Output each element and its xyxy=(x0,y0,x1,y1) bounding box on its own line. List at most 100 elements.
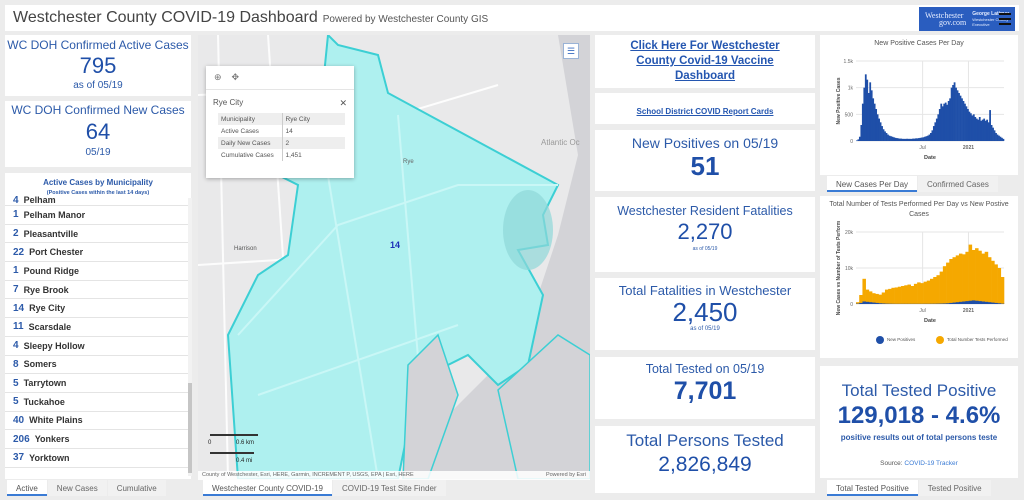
resident-fatalities-title: Westchester Resident Fatalities xyxy=(617,204,793,218)
municipality-item[interactable]: 1 Pound Ridge xyxy=(5,262,188,281)
municipality-item[interactable]: 22 Port Chester xyxy=(5,243,188,263)
tests-chart-card: Total Number of Tests Performed Per Day … xyxy=(820,196,1018,358)
map-popup: ⊕ ✥ Rye City ✕ Municipality Rye City Acti… xyxy=(206,66,354,178)
data-bar xyxy=(994,302,998,304)
municipality-item[interactable]: 7 Rye Brook xyxy=(5,281,188,300)
data-bar xyxy=(981,253,985,304)
total-fatalities-date: as of 05/19 xyxy=(690,326,720,332)
data-bar xyxy=(881,292,886,304)
popup-value: 14 xyxy=(285,127,293,135)
x-tick-label: Jul xyxy=(919,145,925,151)
municipality-name: Pound Ridge xyxy=(23,265,80,276)
municipality-item[interactable]: 14 Rye City xyxy=(5,299,188,319)
municipality-name: Pleasantville xyxy=(23,228,79,239)
data-bar xyxy=(965,251,969,304)
data-bar xyxy=(952,302,957,304)
municipality-item[interactable]: 206 Yonkers xyxy=(5,430,188,449)
y-tick-label: 500 xyxy=(845,112,854,118)
municipality-item[interactable]: 4 Sleepy Hollow xyxy=(5,337,188,356)
municipality-item[interactable]: 37 Yorktown xyxy=(5,449,188,468)
data-bar xyxy=(984,251,989,304)
new-positives-title: New Positives on 05/19 xyxy=(631,135,779,151)
municipality-name: Yorktown xyxy=(29,452,70,463)
tab-active[interactable]: Active xyxy=(7,480,47,496)
municipality-item[interactable]: 4 Pelham xyxy=(5,195,188,206)
data-bar xyxy=(958,253,963,304)
popup-key: Municipality xyxy=(218,113,283,125)
data-bar xyxy=(939,271,944,304)
municipality-name: Somers xyxy=(23,359,57,370)
municipality-item[interactable]: 5 Tuckahoe xyxy=(5,393,188,412)
powered-by-esri[interactable]: Powered by Esri xyxy=(546,472,586,479)
municipality-list[interactable]: 4 Pelham 1 Pelham Manor 2 Pleasantville 22 Port… xyxy=(5,195,188,473)
municipality-name: Pelham Manor xyxy=(23,209,86,220)
hamburger-menu-icon[interactable] xyxy=(999,13,1011,28)
resident-fatalities-date: as of 05/19 xyxy=(692,246,718,252)
tested-today-value: 7,701 xyxy=(673,377,737,405)
pan-icon[interactable]: ✥ xyxy=(232,72,240,83)
close-icon[interactable]: ✕ xyxy=(339,98,347,109)
popup-row: Active Cases 14 xyxy=(218,125,345,137)
y-tick-label: 1.5k xyxy=(844,59,854,65)
data-bar xyxy=(859,295,863,304)
new-cases-title: WC DOH Confirmed New Cases xyxy=(11,103,185,117)
municipality-count: 4 xyxy=(13,195,19,206)
data-bar xyxy=(968,244,973,304)
scale-km: 0.6 km xyxy=(236,440,254,446)
data-bar xyxy=(975,300,979,304)
data-bar xyxy=(936,275,940,304)
municipality-item[interactable]: 8 Somers xyxy=(5,356,188,375)
data-bar xyxy=(884,289,889,304)
tab-cumulative[interactable]: Cumulative xyxy=(107,480,166,496)
school-report-link[interactable]: School District COVID Report Cards xyxy=(637,107,774,116)
data-bar xyxy=(875,302,879,304)
total-tested-positive-card: Total Tested Positive 129,018 - 4.6% pos… xyxy=(820,366,1018,478)
municipality-item[interactable]: 11 Scarsdale xyxy=(5,318,188,337)
chart1-title: New Positive Cases Per Day xyxy=(874,40,964,47)
tab-new-cases[interactable]: New Cases xyxy=(47,480,107,496)
municipality-item[interactable]: 1 Pelham Manor xyxy=(5,206,188,225)
popup-row: Municipality Rye City xyxy=(218,113,345,125)
municipality-item[interactable]: 2 Pleasantville xyxy=(5,225,188,244)
legend-label: New Positives xyxy=(887,337,916,342)
data-bar xyxy=(971,250,976,304)
data-bar xyxy=(981,301,985,304)
tab-new-cases-per-day[interactable]: New Cases Per Day xyxy=(827,176,918,192)
tab-tested-positive[interactable]: Tested Positive xyxy=(918,480,991,496)
zoom-to-icon[interactable]: ⊕ xyxy=(214,72,222,83)
legend-label: Total Number Tests Performed xyxy=(947,337,1008,342)
vaccine-dashboard-link[interactable]: Click Here For Westchester County Covid-… xyxy=(595,39,815,84)
tab-westchester-covid[interactable]: Westchester County COVID-19 xyxy=(203,480,333,496)
school-link-card: School District COVID Report Cards xyxy=(595,93,815,124)
popup-key: Active Cases xyxy=(218,125,283,137)
data-bar xyxy=(868,302,873,304)
y-axis-label: New Cases vs Number of Tests Perform xyxy=(836,220,842,315)
popup-key: Cumulative Cases xyxy=(218,149,283,161)
municipality-count: 1 xyxy=(13,209,19,221)
municipality-count: 1 xyxy=(13,265,19,277)
westchester-logo[interactable]: Westchester gov.com George Latimer Westc… xyxy=(919,7,1015,31)
municipality-name: Rye Brook xyxy=(23,284,69,295)
x-axis-label: Date xyxy=(924,318,936,324)
municipality-item[interactable]: 40 White Plains xyxy=(5,412,188,431)
chart1-tabs: New Cases Per Day Confirmed Cases xyxy=(827,176,999,192)
tab-total-tested-positive[interactable]: Total Tested Positive xyxy=(827,480,918,496)
data-bar xyxy=(955,302,960,304)
map-legend-button[interactable]: ☰ xyxy=(563,43,579,59)
data-bar xyxy=(920,283,924,304)
data-bar xyxy=(910,286,915,304)
popup-row: Cumulative Cases 1,451 xyxy=(218,149,345,161)
scrollbar-thumb[interactable] xyxy=(188,383,192,473)
right-bottom-tabs: Total Tested Positive Tested Positive xyxy=(827,480,992,496)
y-axis-label: New Positive Cases xyxy=(836,77,842,124)
covid-tracker-link[interactable]: COVID-19 Tracker xyxy=(904,460,957,467)
municipality-title: Active Cases by Municipality xyxy=(43,178,153,187)
data-bar xyxy=(952,257,957,304)
tab-confirmed-cases[interactable]: Confirmed Cases xyxy=(918,176,998,192)
municipality-count: 4 xyxy=(13,340,19,352)
data-bar xyxy=(991,260,995,304)
tested-today-title: Total Tested on 05/19 xyxy=(645,362,765,376)
municipality-scrollbar[interactable] xyxy=(188,198,192,476)
municipality-item[interactable]: 5 Tarrytown xyxy=(5,374,188,393)
tab-test-site-finder[interactable]: COVID-19 Test Site Finder xyxy=(333,480,446,496)
